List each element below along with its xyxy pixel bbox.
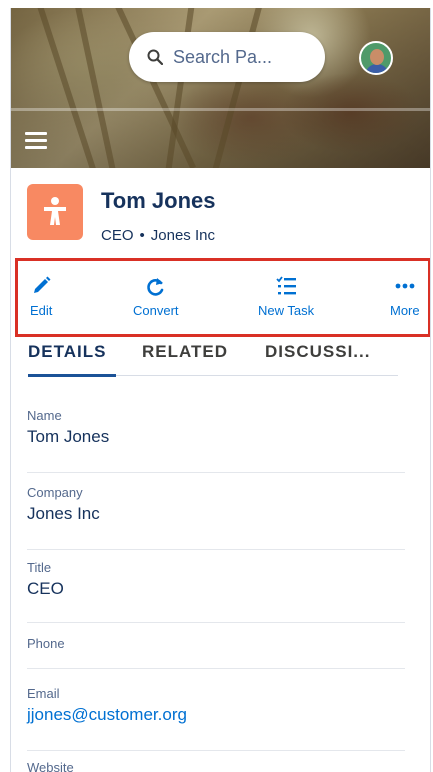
convert-button[interactable]: Convert — [133, 275, 179, 318]
field-label: Website — [27, 760, 74, 772]
task-list-icon — [276, 276, 297, 295]
field-phone: Phone — [27, 636, 405, 669]
pencil-icon — [34, 276, 51, 293]
mobile-screen: Search Pa... Tom Jones CEO • Jones Inc Edi… — [10, 8, 431, 772]
field-value: CEO — [27, 579, 64, 598]
field-label: Name — [27, 408, 62, 423]
edit-label: Edit — [30, 303, 53, 318]
record-company: Jones Inc — [150, 227, 215, 244]
field-value: Jones Inc — [27, 504, 100, 523]
more-button[interactable]: More — [390, 275, 420, 318]
hamburger-menu-icon[interactable] — [25, 132, 47, 150]
field-label: Email — [27, 686, 60, 701]
field-label: Phone — [27, 636, 65, 651]
field-value: Tom Jones — [27, 427, 110, 446]
active-tab-indicator — [28, 374, 116, 377]
new-task-label: New Task — [258, 303, 315, 318]
field-name: Name Tom Jones — [27, 408, 405, 473]
more-dots-icon — [395, 283, 415, 289]
more-label: More — [390, 303, 420, 318]
convert-label: Convert — [133, 303, 179, 318]
tab-details[interactable]: DETAILS — [28, 342, 106, 362]
field-company: Company Jones Inc — [27, 485, 405, 550]
header-background-image: Search Pa... — [11, 8, 430, 168]
new-task-button[interactable]: New Task — [258, 275, 314, 318]
search-icon — [147, 49, 163, 65]
tab-related[interactable]: RELATED — [142, 342, 228, 362]
redo-arrow-icon — [146, 278, 164, 296]
field-label: Company — [27, 485, 83, 500]
action-bar: Edit Convert New Task More — [15, 258, 430, 337]
record-subtitle: CEO • Jones Inc — [101, 227, 215, 244]
search-bar[interactable]: Search Pa... — [129, 32, 325, 82]
field-label: Title — [27, 560, 52, 575]
search-placeholder: Search Pa... — [173, 46, 273, 67]
separator-dot: • — [139, 227, 145, 244]
field-email: Email jjones@customer.org — [27, 686, 405, 751]
record-tabs: DETAILS RELATED DISCUSSI... — [11, 336, 430, 377]
edit-button[interactable]: Edit — [30, 275, 52, 318]
field-title: Title CEO — [27, 560, 405, 623]
email-link[interactable]: jjones@customer.org — [27, 705, 405, 725]
user-avatar[interactable] — [359, 41, 393, 75]
field-website: Website — [27, 760, 405, 772]
record-name: Tom Jones — [101, 188, 216, 213]
tab-discussion[interactable]: DISCUSSI... — [265, 342, 370, 362]
lead-icon — [27, 184, 83, 240]
record-title: CEO — [101, 227, 134, 244]
